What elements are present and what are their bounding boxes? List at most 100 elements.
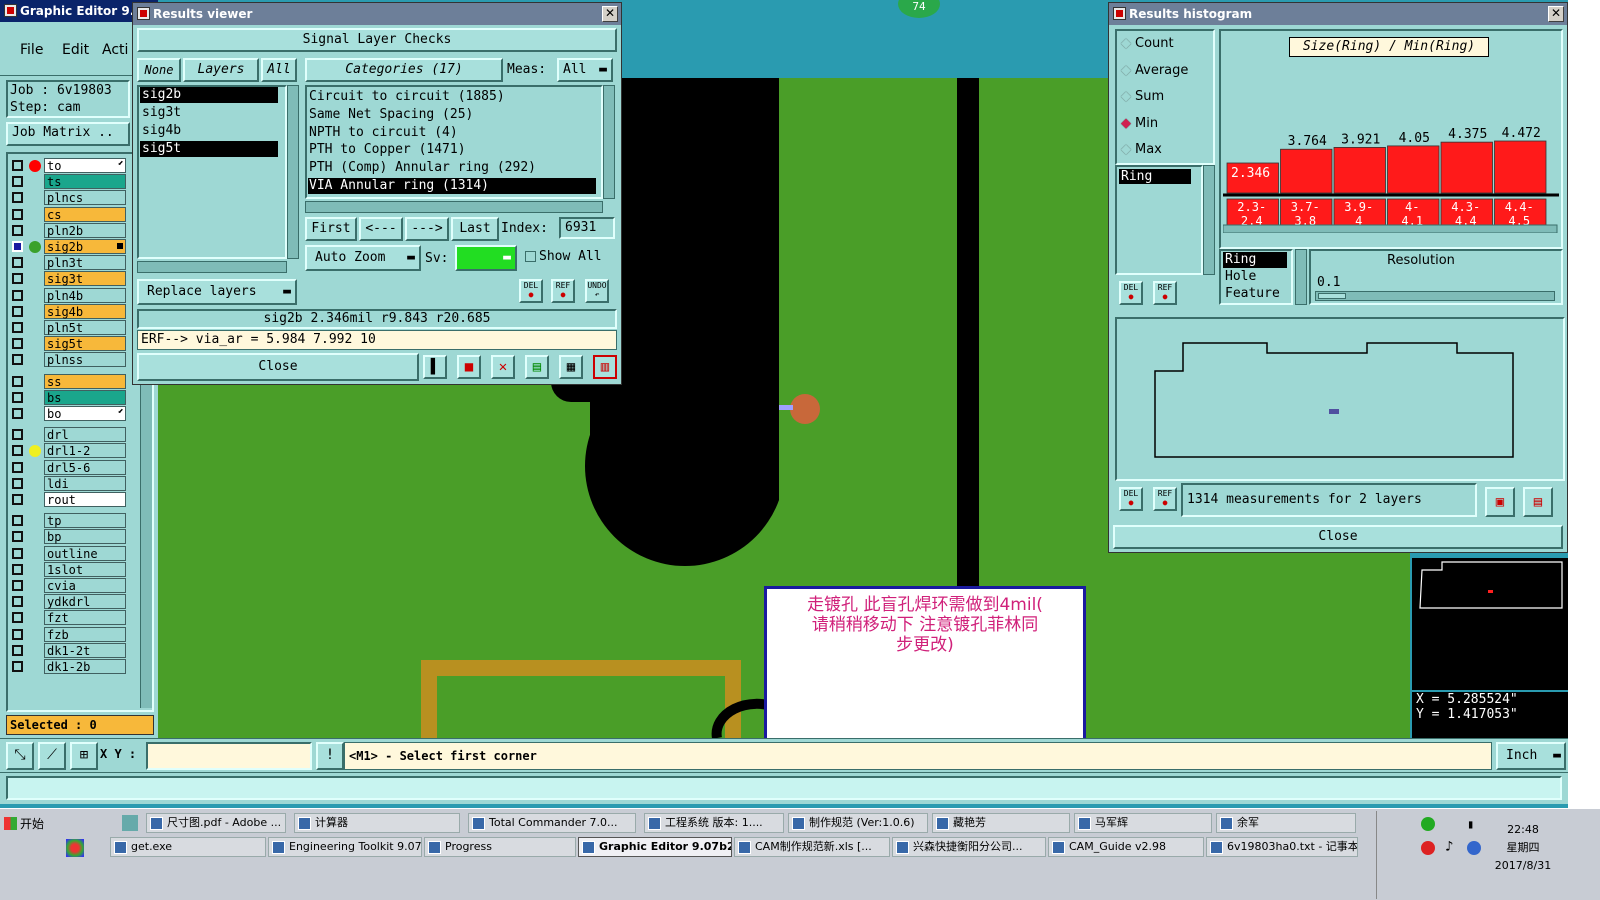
layer-row[interactable]: bo ⬋ <box>8 406 126 421</box>
layer-row[interactable]: sig5t <box>8 336 126 352</box>
layer-row[interactable]: bp <box>8 529 126 545</box>
taskbar-item[interactable]: 兴森快捷衡阳分公司... <box>892 837 1046 857</box>
category-item[interactable]: PTH to Copper (1471) <box>308 142 596 158</box>
category-hscroll[interactable] <box>305 201 603 213</box>
next-button[interactable]: ---> <box>405 217 449 241</box>
category-item[interactable]: Circuit to circuit (1885) <box>308 89 596 105</box>
histogram-hscroll[interactable] <box>1223 224 1558 233</box>
layer-row[interactable]: to ⬋ <box>8 158 126 173</box>
kind-list-scrollbar[interactable] <box>1295 249 1307 305</box>
layer-row[interactable]: pln4b <box>8 287 126 303</box>
resolution-slider[interactable] <box>1315 291 1555 301</box>
layer-row[interactable]: plncs <box>8 190 126 206</box>
layer-checkbox[interactable] <box>12 531 23 543</box>
layer-checkbox[interactable] <box>12 257 23 269</box>
taskbar-item[interactable]: 余军 <box>1216 813 1356 833</box>
layer-row[interactable]: 1slot <box>8 561 126 577</box>
layer-row[interactable]: drl1-2 <box>8 443 126 459</box>
layer-checkbox[interactable] <box>12 445 23 457</box>
layer-checkbox[interactable] <box>12 461 23 473</box>
replace-layers-select[interactable]: Replace layers ▬ <box>137 279 297 305</box>
prev-button[interactable]: <--- <box>359 217 403 241</box>
hist-del2-button[interactable]: DEL ● <box>1119 487 1143 511</box>
auto-zoom-select[interactable]: Auto Zoom ▬ <box>305 245 421 271</box>
layer-row[interactable]: pln3t <box>8 255 126 271</box>
layer-checkbox[interactable] <box>12 192 23 204</box>
last-button[interactable]: Last <box>451 217 499 241</box>
viewer-close-button[interactable]: Close <box>137 353 419 381</box>
first-button[interactable]: First <box>305 217 357 241</box>
histogram-bar[interactable] <box>1494 140 1547 194</box>
start-button[interactable]: 开始 <box>2 813 52 835</box>
categories-button[interactable]: Categories (17) <box>305 58 503 82</box>
viewer-layer-item[interactable]: sig4b <box>140 123 278 139</box>
layer-row[interactable]: sig2b <box>8 239 126 254</box>
layer-checkbox[interactable] <box>12 563 23 575</box>
layer-checkbox[interactable] <box>12 322 23 333</box>
taskbar-item[interactable]: 工程系统 版本: 1.... <box>644 813 784 833</box>
tray-app2-icon[interactable] <box>1421 841 1435 855</box>
tray-network-icon[interactable]: ▮ <box>1467 817 1474 831</box>
taskbar-item[interactable]: Progress <box>424 837 576 857</box>
histogram-bar[interactable] <box>1387 145 1440 194</box>
tray-volume-icon[interactable]: ♪ <box>1445 839 1453 855</box>
layer-checkbox[interactable] <box>12 160 23 171</box>
hist-ref2-button[interactable]: REF ● <box>1153 487 1177 511</box>
layer-row[interactable]: drl5-6 <box>8 459 126 475</box>
report-icon[interactable]: ▦ <box>559 355 583 379</box>
sv-color-select[interactable]: ▬ <box>455 245 517 271</box>
layer-row[interactable]: cvia <box>8 578 126 593</box>
info-icon[interactable]: ! <box>316 742 344 770</box>
layer-row[interactable]: fzb <box>8 626 126 642</box>
taskbar-item[interactable]: get.exe <box>110 837 266 857</box>
layer-checkbox[interactable] <box>12 338 23 350</box>
layer-row[interactable]: dk1-2b <box>8 659 126 674</box>
layer-row[interactable]: sig4b <box>8 303 126 319</box>
layer-checkbox[interactable] <box>12 612 23 624</box>
kind-item[interactable]: Ring <box>1223 252 1287 268</box>
select-tool-icon[interactable]: ⤡ <box>6 742 34 770</box>
layer-checkbox[interactable] <box>12 580 23 591</box>
stat-option-count[interactable]: ◆ Count <box>1121 35 1174 53</box>
measure-tool-icon[interactable]: ⟋ <box>38 742 66 770</box>
layer-row[interactable]: bs <box>8 389 126 405</box>
layer-row[interactable]: pln2b <box>8 222 126 238</box>
layer-checkbox[interactable] <box>12 494 23 505</box>
undo-button[interactable]: UNDO ↶ <box>585 279 609 303</box>
export-icon[interactable]: ■ <box>457 355 481 379</box>
layer-row[interactable]: drl <box>8 427 126 443</box>
viewer-layer-item[interactable]: sig5t <box>140 141 278 157</box>
layer-checkbox[interactable] <box>12 375 23 387</box>
menu-edit[interactable]: Edit <box>62 42 89 58</box>
layer-list-scrollbar[interactable] <box>287 85 299 259</box>
layer-row[interactable]: fzt <box>8 610 126 626</box>
taskbar-item[interactable]: Graphic Editor 9.07b2... <box>578 837 732 857</box>
index-input[interactable]: 6931 <box>559 217 615 239</box>
stat-option-average[interactable]: ◆ Average <box>1121 62 1188 80</box>
layer-checkbox[interactable] <box>12 224 23 236</box>
layer-checkbox[interactable] <box>12 547 23 559</box>
layer-row[interactable]: sig3t <box>8 271 126 287</box>
clock[interactable]: 22:48 星期四 2017/8/31 <box>1493 821 1553 875</box>
taskbar-item[interactable]: 尺寸图.pdf - Adobe ... <box>146 813 286 833</box>
histogram-icon[interactable]: ▥ <box>593 355 617 379</box>
layer-row[interactable]: rout <box>8 492 126 507</box>
layer-row[interactable]: plnss <box>8 352 126 368</box>
taskbar-item[interactable]: Engineering Toolkit 9.07... <box>268 837 422 857</box>
hist-ref-button[interactable]: REF ● <box>1153 281 1177 305</box>
none-button[interactable]: None <box>137 58 181 82</box>
menu-file[interactable]: File <box>20 42 43 58</box>
tray-app-icon[interactable] <box>1421 817 1435 831</box>
delete-all-icon[interactable]: ✕ <box>491 355 515 379</box>
layer-checkbox[interactable] <box>12 289 23 301</box>
histogram-bar[interactable] <box>1280 148 1333 194</box>
taskbar-item[interactable]: 6v19803ha0.txt - 记事本 <box>1206 837 1358 857</box>
layers-button[interactable]: Layers <box>183 58 259 82</box>
layer-row[interactable]: ydkdrl <box>8 594 126 610</box>
histogram-bar[interactable] <box>1333 147 1386 194</box>
xy-input[interactable] <box>146 742 312 770</box>
taskbar-item[interactable]: 计算器 <box>294 813 460 833</box>
histogram-close-button[interactable]: Close <box>1113 525 1563 549</box>
layer-checkbox[interactable] <box>12 429 23 441</box>
layer-checkbox[interactable] <box>12 628 23 640</box>
